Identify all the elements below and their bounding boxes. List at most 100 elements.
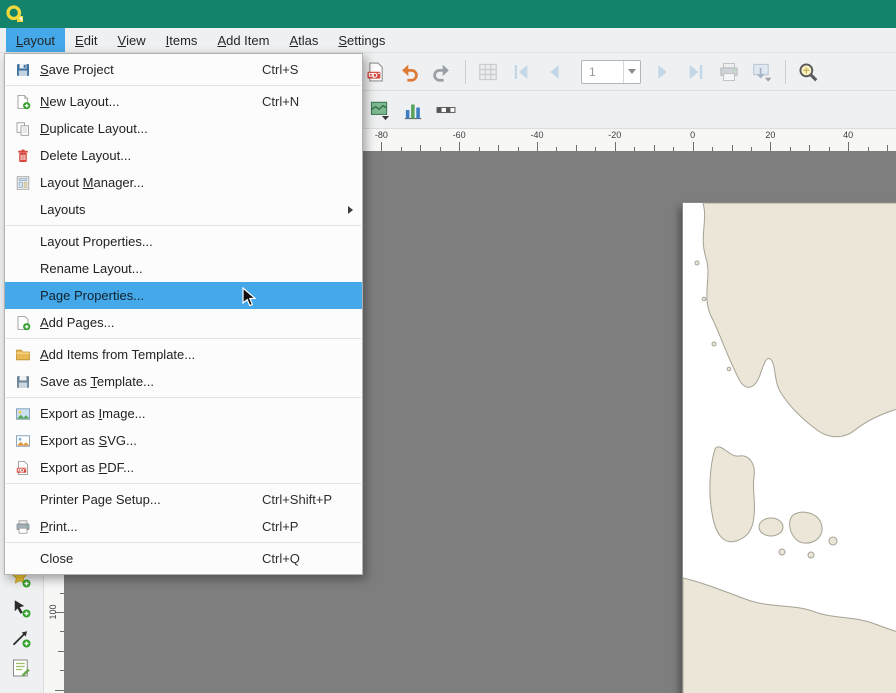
toolbar-button-atlas-first[interactable] [507,58,535,86]
ruler-tick [55,690,64,691]
menu-item-save-project[interactable]: Save ProjectCtrl+S [5,56,362,83]
atlas-first-icon [510,61,532,83]
atlas-page-value: 1 [582,65,623,79]
add-pages-icon-slot [11,314,35,332]
menu-separator [6,225,361,226]
toolbar-button-atlas-prev[interactable] [540,58,568,86]
menu-item-label: Export as PDF... [40,460,262,475]
toolbar-button-export-pdf[interactable] [362,58,390,86]
menu-item-print[interactable]: Print...Ctrl+P [5,513,362,540]
ruler-label: -80 [375,130,388,140]
submenu-arrow-icon [348,206,353,214]
atlas-next-icon [652,61,674,83]
menu-item-label: Add Pages... [40,315,262,330]
menubar-item-settings[interactable]: Settings [328,28,395,52]
menu-item-export-as-pdf[interactable]: Export as PDF... [5,454,362,481]
toolbar-button-atlas-next[interactable] [649,58,677,86]
toolbar-button-add-chart[interactable] [399,96,427,124]
undo-icon [398,61,420,83]
no-icon-slot [11,287,35,305]
toolbar-button-export-atlas[interactable] [748,58,776,86]
menu-item-label: Save Project [40,62,262,77]
map-item[interactable] [683,203,896,693]
menu-item-label: Delete Layout... [40,148,262,163]
toolbar-button-redo[interactable] [428,58,456,86]
menu-item-layout-manager[interactable]: Layout Manager... [5,169,362,196]
menu-item-label: Add Items from Template... [40,347,262,362]
toolbar-separator [785,60,786,84]
ruler-label: 0 [690,130,695,140]
export-image-icon [15,406,31,422]
title-bar [0,0,896,28]
menubar-item-atlas[interactable]: Atlas [279,28,328,52]
toolbar-button-add-arrow[interactable] [8,626,34,650]
menu-item-close[interactable]: CloseCtrl+Q [5,545,362,572]
combo-dropdown-button[interactable] [623,61,640,83]
toolbar-button-atlas-last[interactable] [682,58,710,86]
toolbar-button-add-annotation[interactable] [8,656,34,680]
toolbar-button-atlas-settings[interactable] [474,58,502,86]
duplicate-layout-icon [15,121,31,137]
print-icon-slot [11,518,35,536]
toolbar-button-zoom-full[interactable] [794,58,822,86]
menu-item-export-as-image[interactable]: Export as Image... [5,400,362,427]
menu-item-printer-page-setup[interactable]: Printer Page Setup...Ctrl+Shift+P [5,486,362,513]
menu-item-duplicate-layout[interactable]: Duplicate Layout... [5,115,362,142]
save-template-icon-slot [11,373,35,391]
menubar-item-layout[interactable]: Layout [6,28,65,52]
ruler-tick [381,142,382,151]
add-map-icon [369,99,391,121]
menu-item-add-items-from-template[interactable]: Add Items from Template... [5,341,362,368]
qgis-logo-icon [5,4,25,24]
menu-item-layouts[interactable]: Layouts [5,196,362,223]
menubar-item-items[interactable]: Items [156,28,208,52]
ruler-tick [848,142,849,151]
add-chart-icon [402,99,424,121]
export-pdf-icon [15,460,31,476]
map-islet [695,261,699,265]
ruler-label: 20 [765,130,775,140]
menu-item-add-pages[interactable]: Add Pages... [5,309,362,336]
map-land-germany [683,578,896,693]
menu-item-layout-properties[interactable]: Layout Properties... [5,228,362,255]
ruler-tick [693,142,694,151]
menu-item-page-properties[interactable]: Page Properties... [5,282,362,309]
menu-item-shortcut: Ctrl+Q [262,551,354,566]
atlas-page-combo[interactable]: 1 [581,60,641,84]
layout-manager-icon [15,175,31,191]
toolbar-button-add-map[interactable] [366,96,394,124]
toolbar-button-print[interactable] [715,58,743,86]
menu-item-label: Page Properties... [40,288,262,303]
menubar-item-add-item[interactable]: Add Item [207,28,279,52]
map-island-zealand [790,512,822,543]
no-icon-slot [11,201,35,219]
menubar-item-view[interactable]: View [107,28,155,52]
menu-item-new-layout[interactable]: New Layout...Ctrl+N [5,88,362,115]
export-svg-icon [15,433,31,449]
ruler-tick [537,142,538,151]
add-scalebar-icon [435,99,457,121]
ruler-tick [770,142,771,151]
toolbar-button-add-scalebar[interactable] [432,96,460,124]
map-islet [712,342,716,346]
no-icon-slot [11,260,35,278]
map-land-scandinavia [703,203,896,437]
export-svg-icon-slot [11,432,35,450]
menu-separator [6,338,361,339]
toolbar-button-undo[interactable] [395,58,423,86]
menubar-item-edit[interactable]: Edit [65,28,107,52]
menu-item-label: Layout Manager... [40,175,262,190]
qgis-layout-window: LayoutEditViewItemsAdd ItemAtlasSettings… [0,0,896,693]
menu-item-rename-layout[interactable]: Rename Layout... [5,255,362,282]
layout-page[interactable] [683,203,896,693]
chevron-down-icon [628,69,636,74]
atlas-settings-icon [477,61,499,83]
menu-item-export-as-svg[interactable]: Export as SVG... [5,427,362,454]
add-annotation-icon [11,658,31,678]
toolbar-button-add-node-item[interactable] [8,596,34,620]
menu-item-save-as-template[interactable]: Save as Template... [5,368,362,395]
new-layout-icon [15,94,31,110]
mouse-cursor [242,287,262,309]
menu-item-delete-layout[interactable]: Delete Layout... [5,142,362,169]
export-image-icon-slot [11,405,35,423]
